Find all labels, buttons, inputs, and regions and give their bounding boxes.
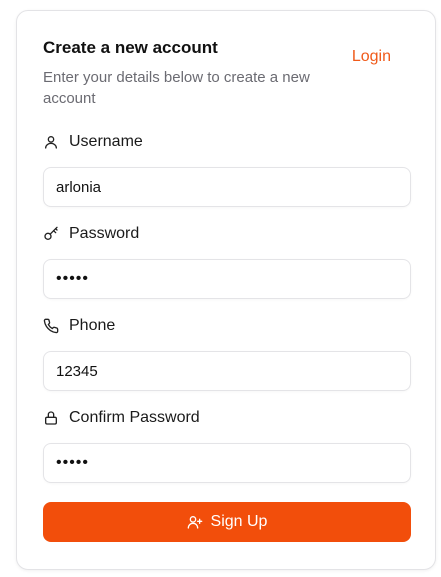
confirm-password-label-row: Confirm Password [43, 407, 411, 429]
sign-up-label: Sign Up [210, 513, 268, 530]
phone-icon [43, 318, 59, 334]
signup-card: Create a new account Enter your details … [16, 10, 436, 570]
password-label-row: Password [43, 223, 411, 245]
sign-up-button[interactable]: Sign Up [43, 502, 411, 542]
password-field-group: Password [43, 223, 411, 299]
password-label: Password [69, 225, 140, 242]
page-subtitle: Enter your details below to create a new… [43, 69, 310, 107]
confirm-password-input[interactable] [43, 443, 411, 483]
username-label-row: Username [43, 131, 411, 153]
user-icon [45, 136, 57, 149]
login-link[interactable]: Login [352, 48, 391, 66]
confirm-password-field-group: Confirm Password [43, 407, 411, 483]
password-input[interactable] [43, 259, 411, 299]
username-label: Username [69, 133, 143, 150]
username-field-group: Username [43, 131, 411, 207]
card-header: Create a new account Enter your details … [43, 37, 313, 109]
phone-input[interactable] [43, 351, 411, 391]
phone-field-group: Phone [43, 315, 411, 391]
page-title: Create a new account [43, 38, 218, 57]
user-plus-icon [187, 516, 202, 529]
phone-label: Phone [69, 317, 116, 334]
lock-icon [45, 411, 57, 425]
key-icon [44, 226, 58, 240]
username-input[interactable] [43, 167, 411, 207]
phone-label-row: Phone [43, 315, 411, 337]
confirm-password-label: Confirm Password [69, 409, 200, 426]
